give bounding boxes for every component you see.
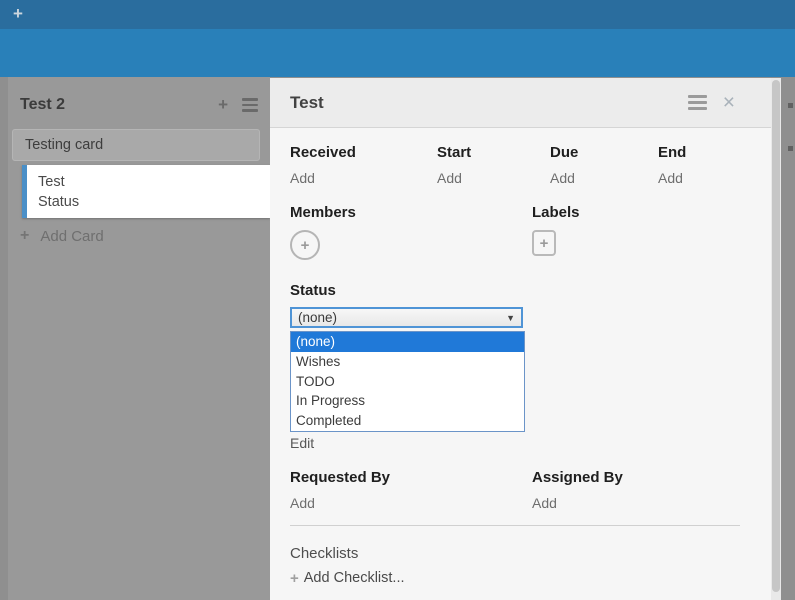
status-option-completed[interactable]: Completed	[291, 411, 524, 431]
received-add-link[interactable]: Add	[290, 170, 437, 186]
plus-icon: +	[301, 237, 310, 254]
people-fields-row: Requested By Add Assigned By Add	[290, 469, 740, 511]
scrollbar-thumb[interactable]	[772, 80, 780, 592]
offscreen-list-icon	[788, 103, 793, 108]
list-menu-icon[interactable]	[242, 98, 258, 112]
status-option-wishes[interactable]: Wishes	[291, 352, 524, 372]
due-label: Due	[550, 144, 658, 162]
card-detail-panel: Test × Received Add Start Add Due Add	[270, 78, 781, 600]
members-labels-row: Members + Labels +	[290, 204, 740, 260]
checklists-label: Checklists	[290, 545, 740, 562]
add-member-button[interactable]: +	[290, 230, 320, 260]
status-option-todo[interactable]: TODO	[291, 372, 524, 392]
requested-by-label: Requested By	[290, 469, 532, 487]
status-selected-value: (none)	[298, 310, 337, 325]
start-add-link[interactable]: Add	[437, 170, 550, 186]
due-add-link[interactable]: Add	[550, 170, 658, 186]
list-test-2: Test 2 + Testing card + Add Card	[8, 77, 270, 600]
card-menu-icon[interactable]	[688, 95, 707, 110]
add-label-button[interactable]: +	[532, 230, 556, 256]
section-divider	[290, 525, 740, 526]
minicard-title: Testing card	[25, 137, 103, 153]
minicard-testing-card[interactable]: Testing card	[12, 129, 260, 161]
add-checklist-label: Add Checklist...	[304, 570, 405, 586]
list-add-card-icon[interactable]: +	[218, 95, 228, 115]
add-card-button[interactable]: + Add Card	[20, 227, 270, 245]
plus-icon: +	[290, 570, 299, 587]
minicard-title: Test	[38, 172, 270, 192]
app-window: + Test 2 + Testing card + Add Card Test …	[0, 0, 795, 600]
close-icon[interactable]: ×	[723, 92, 735, 113]
card-detail-body: Received Add Start Add Due Add End Add	[270, 144, 781, 600]
minicard-active-test[interactable]: Test Status	[22, 165, 270, 218]
received-label: Received	[290, 144, 437, 162]
top-navbar: +	[0, 0, 795, 29]
card-title: Test	[290, 93, 688, 113]
add-card-label: Add Card	[40, 228, 103, 245]
requested-by-add-link[interactable]: Add	[290, 495, 532, 511]
panel-scrollbar[interactable]	[771, 78, 781, 600]
offscreen-list-icon	[788, 146, 793, 151]
status-select[interactable]: (none) ▼	[290, 307, 523, 328]
status-dropdown-list: (none) Wishes TODO In Progress Completed	[290, 331, 525, 432]
status-option-none[interactable]: (none)	[291, 332, 524, 352]
add-board-icon[interactable]: +	[13, 4, 23, 24]
add-checklist-button[interactable]: + Add Checklist...	[290, 570, 740, 587]
date-fields-row: Received Add Start Add Due Add End Add	[290, 144, 740, 186]
members-label: Members	[290, 204, 532, 222]
list-title: Test 2	[20, 96, 218, 114]
end-label: End	[658, 144, 740, 162]
chevron-down-icon: ▼	[506, 313, 515, 323]
edit-status-link[interactable]: Edit	[290, 435, 740, 451]
plus-icon: +	[20, 227, 29, 245]
start-label: Start	[437, 144, 550, 162]
board-header-bar	[0, 29, 795, 77]
plus-icon: +	[540, 235, 549, 252]
assigned-by-add-link[interactable]: Add	[532, 495, 740, 511]
card-detail-header: Test ×	[270, 78, 781, 128]
status-option-in-progress[interactable]: In Progress	[291, 391, 524, 411]
assigned-by-label: Assigned By	[532, 469, 740, 487]
end-add-link[interactable]: Add	[658, 170, 740, 186]
status-label: Status	[290, 282, 740, 300]
minicard-subtitle: Status	[38, 192, 270, 212]
list-header: Test 2 +	[8, 77, 270, 127]
labels-label: Labels	[532, 204, 740, 222]
